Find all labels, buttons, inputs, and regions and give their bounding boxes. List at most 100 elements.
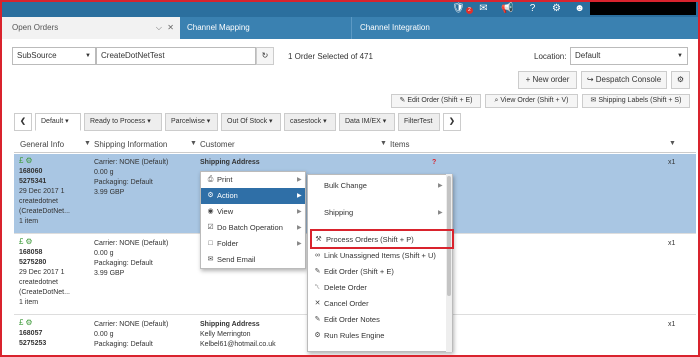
- view-tab-data-im-ex[interactable]: Data IM/EX ▾: [339, 113, 395, 131]
- menu-item-action[interactable]: ⚙ Action ▶: [201, 188, 305, 204]
- column-customer[interactable]: Customer: [200, 140, 235, 149]
- menu-item-folder[interactable]: □ Folder ▶: [201, 236, 305, 252]
- filter-icon[interactable]: ▼: [380, 140, 387, 147]
- menu-item-label: Folder: [217, 239, 239, 248]
- menu-item-cancel-order[interactable]: ✕ Cancel Order: [308, 296, 446, 312]
- menu-item-edit-order-notes[interactable]: ✎ Edit Order Notes: [308, 312, 446, 328]
- menu-item-label: View: [217, 207, 234, 216]
- item-quantity: x1: [668, 321, 676, 328]
- view-tab-out-of-stock[interactable]: Out Of Stock ▾: [221, 113, 281, 131]
- chevron-right-icon: ❯: [449, 118, 455, 125]
- mail-icon[interactable]: ✉: [477, 2, 490, 15]
- tab-open-orders[interactable]: Open Orders ⌵ ✕: [0, 17, 180, 39]
- filter-icon[interactable]: ▼: [669, 140, 676, 147]
- help-icon[interactable]: ?: [526, 2, 539, 15]
- menu-item-shipping[interactable]: Shipping ▶: [308, 205, 446, 221]
- tab-channel-integration[interactable]: Channel Integration: [352, 17, 512, 39]
- location-label: Location:: [534, 52, 567, 61]
- menu-item-link-unassigned-items[interactable]: ∞ Link Unassigned Items (Shift + U): [308, 248, 446, 264]
- view-tab-casestock[interactable]: casestock ▾: [284, 113, 336, 131]
- selection-status: 1 Order Selected of 471: [288, 52, 373, 61]
- order-subsource: (CreateDotNet...: [19, 208, 70, 215]
- menu-item-edit-order[interactable]: ✎ Edit Order (Shift + E): [308, 264, 446, 280]
- settings-button[interactable]: ⚙: [671, 71, 690, 89]
- packaging: Packaging: Default: [94, 179, 153, 186]
- filter-icon[interactable]: ▼: [84, 140, 91, 147]
- column-shipping-information[interactable]: Shipping Information: [94, 140, 167, 149]
- view-tab-ready-to-process[interactable]: Ready to Process ▾: [84, 113, 162, 131]
- order-date: 29 Dec 2017 1: [19, 188, 65, 195]
- tab-label: Channel Mapping: [187, 23, 250, 32]
- shipping-info-cell: Carrier: NONE (Default) 0.00 g Packaging…: [94, 239, 168, 279]
- view-tab-label: Parcelwise: [171, 118, 205, 125]
- menu-item-bulk-change[interactable]: Bulk Change ▶: [308, 178, 446, 194]
- notifications-icon[interactable]: 🛡: [452, 2, 465, 15]
- menu-item-label: Run Rules Engine: [324, 331, 385, 340]
- new-order-label: New order: [532, 75, 570, 84]
- menu-item-do-batch-operation[interactable]: ☑ Do Batch Operation ▶: [201, 220, 305, 236]
- weight: 0.00 g: [94, 331, 114, 338]
- tab-channel-mapping[interactable]: Channel Mapping: [181, 17, 351, 39]
- column-general-info[interactable]: General Info: [20, 140, 64, 149]
- view-tab-parcelwise[interactable]: Parcelwise ▾: [165, 113, 218, 131]
- printer-icon: ⎙: [207, 176, 214, 183]
- location-select[interactable]: Default ▼: [570, 47, 688, 65]
- order-id[interactable]: 168060: [19, 167, 70, 177]
- packaging: Packaging: Default: [94, 341, 153, 348]
- field-select-value: SubSource: [17, 51, 57, 60]
- tab-label: Open Orders: [12, 23, 59, 32]
- caret-right-icon: ▶: [297, 193, 302, 199]
- search-input[interactable]: CreateDotNetTest: [96, 47, 256, 65]
- close-icon[interactable]: ✕: [167, 17, 174, 39]
- carrier: Carrier: NONE (Default): [94, 240, 169, 247]
- menu-item-run-rules-engine[interactable]: ⚙ Run Rules Engine: [308, 328, 446, 344]
- pound-icon: £: [19, 318, 24, 327]
- chevron-left-icon: ❮: [20, 118, 26, 125]
- view-tabs-prev-button[interactable]: ❮: [14, 113, 32, 131]
- menu-item-send-email[interactable]: ✉ Send Email: [201, 252, 305, 268]
- shipping-labels-button[interactable]: ✉ Shipping Labels (Shift + S): [582, 94, 690, 108]
- view-order-button[interactable]: ⌕ View Order (Shift + V): [485, 94, 578, 108]
- shipping-info-cell: Carrier: NONE (Default) 0.00 g Packaging…: [94, 158, 168, 198]
- annotation-highlight-box: [310, 229, 454, 249]
- menu-item-view[interactable]: ◉ View ▶: [201, 204, 305, 220]
- megaphone-icon[interactable]: 📢: [501, 2, 514, 15]
- refresh-button[interactable]: ↻: [256, 47, 274, 65]
- customer-email: Kelbel61@hotmail.co.uk: [200, 341, 276, 348]
- times-icon: ✕: [314, 300, 321, 307]
- view-tab-filtertest[interactable]: FilterTest: [398, 113, 440, 131]
- despatch-console-button[interactable]: ↪ Despatch Console: [581, 71, 667, 89]
- field-select[interactable]: SubSource ▼: [12, 47, 96, 65]
- tab-label: Channel Integration: [360, 23, 430, 32]
- caret-down-icon: ▼: [677, 53, 683, 59]
- view-tab-default[interactable]: Default ▾: [35, 113, 81, 131]
- order-id[interactable]: 168058: [19, 248, 70, 258]
- menu-item-print[interactable]: ⎙ Print ▶: [201, 172, 305, 188]
- view-tab-label: casestock: [290, 118, 322, 125]
- order-id[interactable]: 168057: [19, 329, 46, 339]
- context-menu: ⎙ Print ▶ ⚙ Action ▶ ◉ View ▶ ☑ Do Batch…: [200, 171, 306, 269]
- redacted-user-name: [590, 2, 696, 15]
- new-order-button[interactable]: + New order: [518, 71, 577, 89]
- submenu-scrollbar[interactable]: [446, 174, 452, 352]
- gear-icon[interactable]: ⚙: [550, 2, 563, 15]
- shipping-labels-label: Shipping Labels (Shift + S): [598, 97, 682, 104]
- filter-icon[interactable]: ▼: [190, 140, 197, 147]
- column-items[interactable]: Items: [390, 140, 410, 149]
- edit-order-button[interactable]: ✎ Edit Order (Shift + E): [391, 94, 481, 108]
- caret-right-icon: ▶: [297, 209, 302, 215]
- view-tab-label: Data IM/EX: [345, 118, 381, 125]
- tab-bar: Open Orders ⌵ ✕ Channel Mapping Channel …: [0, 17, 700, 39]
- user-icon[interactable]: ☻: [573, 2, 586, 15]
- menu-item-label: Edit Order (Shift + E): [324, 267, 394, 276]
- caret-right-icon: ▶: [297, 177, 302, 183]
- shipping-status-icon: ⚙: [25, 237, 33, 246]
- menu-item-label: Link Unassigned Items (Shift + U): [324, 251, 436, 260]
- order-item-count: 1 item: [19, 218, 39, 225]
- menu-item-delete-order[interactable]: ␡ Delete Order: [308, 280, 446, 296]
- view-tabs-next-button[interactable]: ❯: [443, 113, 461, 131]
- customer-title: Shipping Address: [200, 159, 260, 166]
- order-reference: 5275253: [19, 340, 47, 347]
- order-source: createdotnet: [19, 198, 58, 205]
- chevron-down-icon[interactable]: ⌵: [156, 17, 162, 39]
